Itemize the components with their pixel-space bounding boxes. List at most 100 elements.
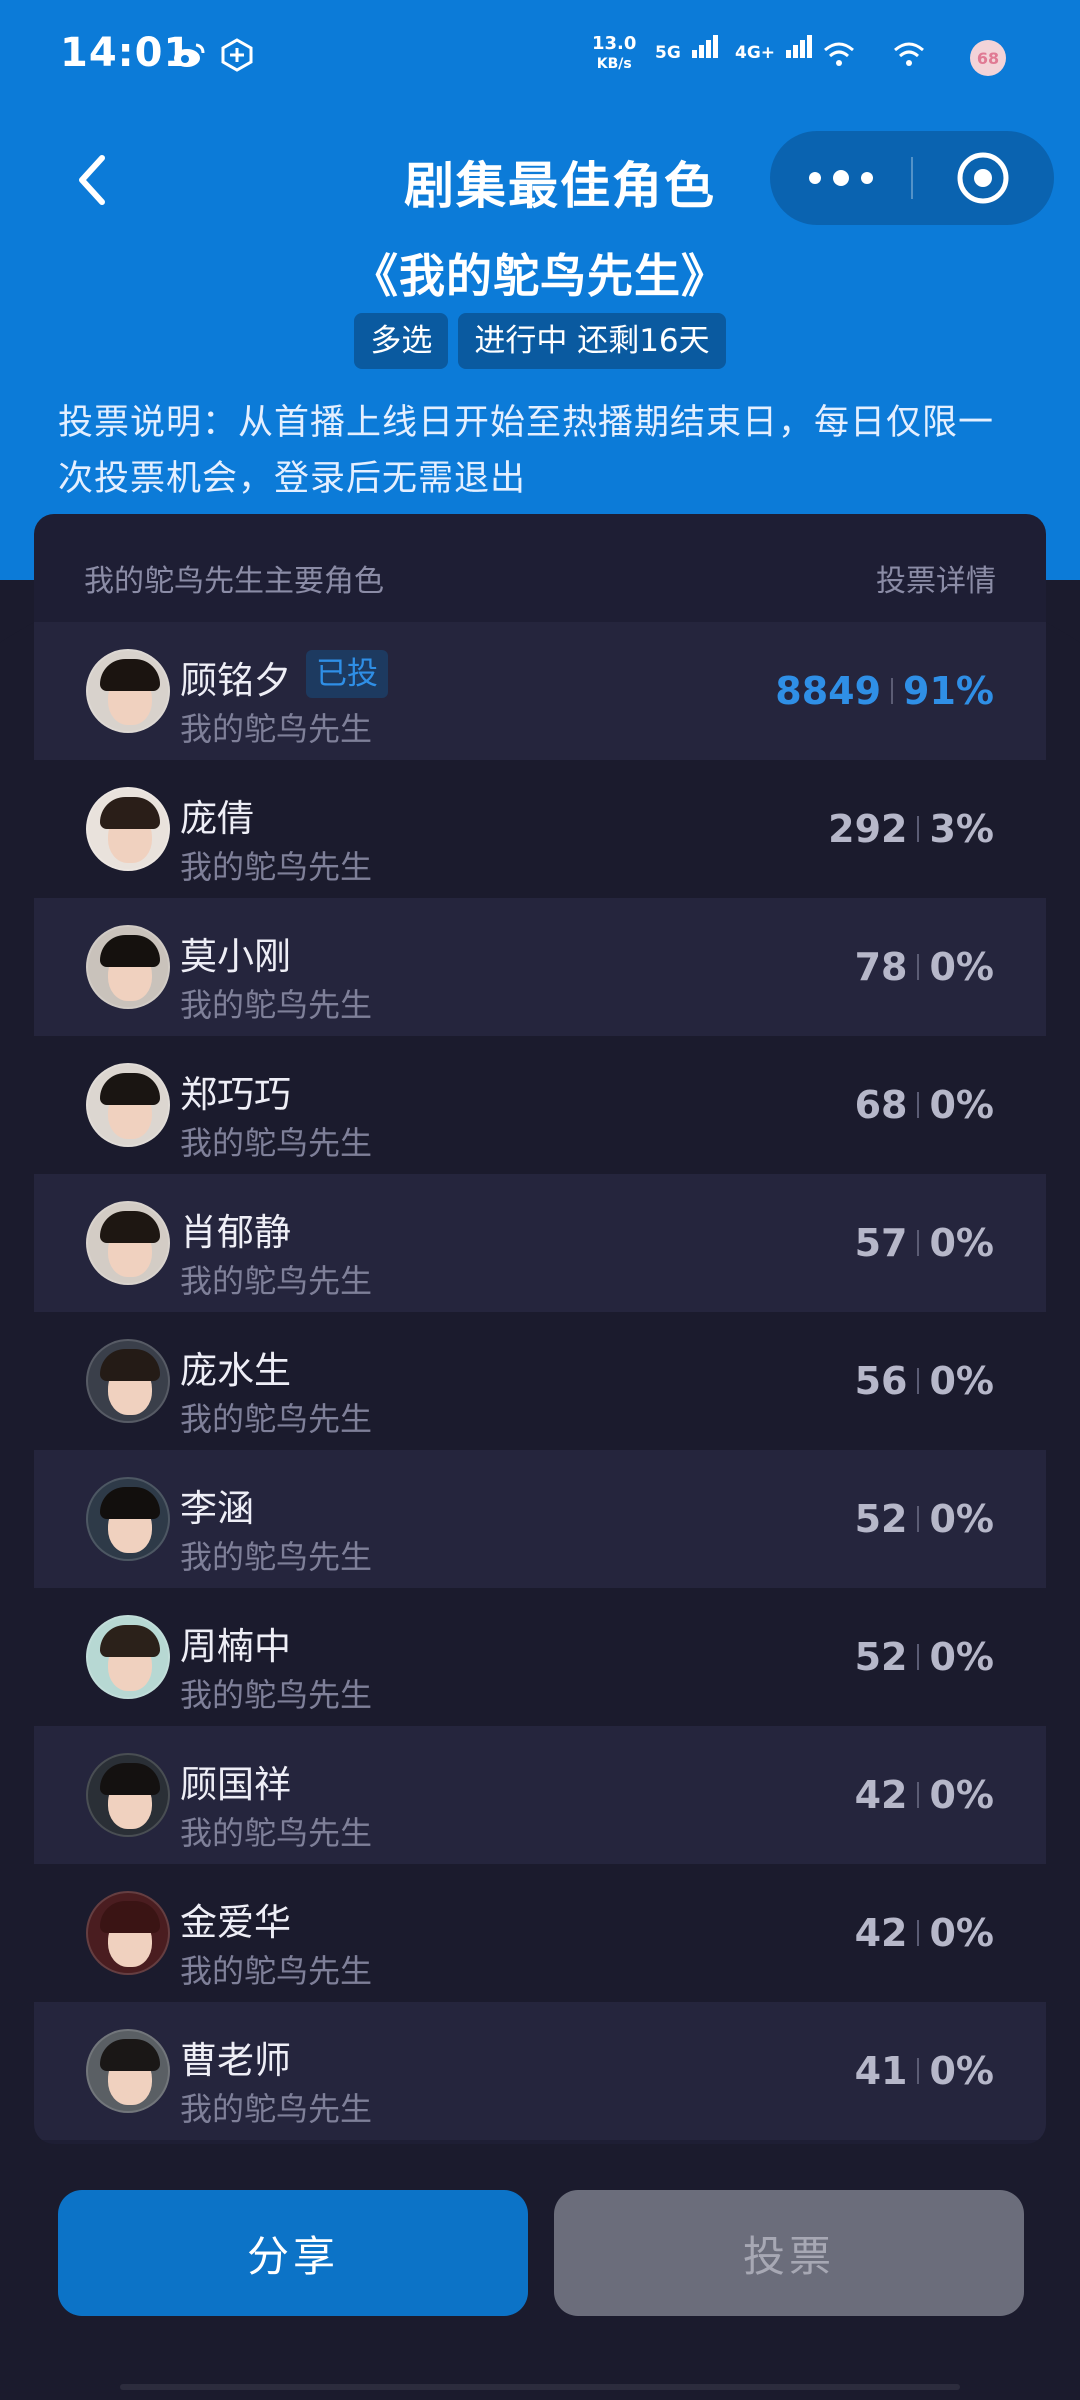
candidate-row[interactable]: 曹老师我的鸵鸟先生 41 0% <box>34 2002 1046 2140</box>
avatar-hair <box>100 935 160 967</box>
candidate-row[interactable]: 郑巧巧 我的鸵鸟先生 68 0% <box>34 1036 1046 1174</box>
voted-badge: 已投 <box>306 650 388 698</box>
candidate-row[interactable]: 肖郁静我的鸵鸟先生 57 0% <box>34 1174 1046 1312</box>
avatar <box>86 2029 170 2113</box>
hexagon-app-icon <box>220 38 254 72</box>
net-speed: 13.0 KB/s <box>592 34 636 74</box>
candidate-show: 我的鸵鸟先生 <box>180 848 373 886</box>
candidate-name: 庞倩 <box>180 797 254 840</box>
stats-divider <box>917 1368 920 1394</box>
vote-percent: 91% <box>903 669 994 713</box>
candidate-row[interactable]: 金爱华 我的鸵鸟先生 42 0% <box>34 1864 1046 2002</box>
stats-divider <box>917 816 920 842</box>
vote-stats: 57 0% <box>855 1218 994 1268</box>
vote-count: 52 <box>854 1497 908 1541</box>
vote-stats: 41 0% <box>855 2046 994 2096</box>
signal-4g: 4G+ <box>735 34 815 63</box>
tag-multi-select: 多选 <box>354 313 449 369</box>
more-button[interactable] <box>770 131 912 225</box>
avatar-hair <box>100 797 160 829</box>
avatar <box>86 787 170 871</box>
more-dots-icon <box>861 172 873 184</box>
avatar-hair <box>100 1763 160 1795</box>
signal-bars-icon <box>785 34 815 63</box>
show-title: 《我的鸵鸟先生》 <box>352 249 728 303</box>
candidate-show: 我的鸵鸟先生 <box>180 986 373 1024</box>
vote-count: 56 <box>854 1359 908 1403</box>
candidate-row[interactable]: 庞水生我的鸵鸟先生 56 0% <box>34 1312 1046 1450</box>
candidate-show: 我的鸵鸟先生 <box>180 1538 373 1576</box>
stats-divider <box>891 678 894 704</box>
close-miniprogram-button[interactable] <box>912 131 1054 225</box>
candidate-show: 我的鸵鸟先生 <box>180 1814 373 1852</box>
vote-button[interactable]: 投票 <box>554 2190 1024 2316</box>
vote-percent: 0% <box>929 1359 994 1403</box>
candidate-list-card: 我的鸵鸟先生主要角色 投票详情 顾铭夕 已投 我的鸵鸟先生 8849 91% 庞倩 我的鸵鸟… <box>34 514 1046 2144</box>
vote-stats: 42 0% <box>855 1770 994 1820</box>
signal-4g-label: 4G+ <box>735 43 776 63</box>
stats-divider <box>917 1920 920 1946</box>
vote-percent: 0% <box>929 1221 994 1265</box>
vote-percent: 0% <box>929 1497 994 1541</box>
vote-percent: 0% <box>929 1911 994 1955</box>
candidate-name: 李涵 <box>180 1487 254 1530</box>
avatar-hair <box>100 2039 160 2071</box>
vote-stats: 52 0% <box>855 1494 994 1544</box>
candidate-row[interactable]: 李涵我的鸵鸟先生 52 0% <box>34 1450 1046 1588</box>
candidate-row[interactable]: 莫小刚 我的鸵鸟先生 78 0% <box>34 898 1046 1036</box>
vote-stats: 56 0% <box>855 1356 994 1406</box>
candidate-row[interactable]: 顾国祥我的鸵鸟先生 42 0% <box>34 1726 1046 1864</box>
stats-divider <box>917 1644 920 1670</box>
list-header-title: 我的鸵鸟先生主要角色 <box>84 564 384 599</box>
candidate-name: 顾国祥 <box>180 1763 291 1806</box>
candidate-show: 我的鸵鸟先生 <box>180 1676 373 1714</box>
vote-count: 42 <box>854 1911 908 1955</box>
avatar <box>86 649 170 733</box>
vote-stats: 42 0% <box>855 1908 994 1958</box>
avatar-hair <box>100 1625 160 1657</box>
vote-details-link[interactable]: 投票详情 <box>876 556 996 600</box>
vote-count: 57 <box>854 1221 908 1265</box>
mini-program-capsule <box>770 131 1054 225</box>
share-button[interactable]: 分享 <box>58 2190 528 2316</box>
vote-stats: 52 0% <box>855 1632 994 1682</box>
vote-stats: 8849 91% <box>775 666 994 716</box>
signal-5g-label: 5G <box>655 43 681 63</box>
stats-divider <box>917 1506 920 1532</box>
candidate-show: 我的鸵鸟先生 <box>180 1400 373 1438</box>
candidate-show: 我的鸵鸟先生 <box>180 1124 373 1162</box>
vote-percent: 0% <box>929 1083 994 1127</box>
vote-percent: 0% <box>929 1773 994 1817</box>
candidate-row[interactable]: 周楠中我的鸵鸟先生 52 0% <box>34 1588 1046 1726</box>
vote-stats: 292 3% <box>828 804 994 854</box>
candidate-name: 周楠中 <box>180 1625 291 1668</box>
vote-percent: 3% <box>929 807 994 851</box>
vote-count: 292 <box>828 807 908 851</box>
stats-divider <box>917 1230 920 1256</box>
candidate-show: 我的鸵鸟先生 <box>180 2090 373 2128</box>
candidate-name: 顾铭夕 <box>180 659 291 702</box>
candidate-name: 曹老师 <box>180 2039 291 2082</box>
candidate-show: 我的鸵鸟先生 <box>180 1262 373 1300</box>
tag-status: 进行中 还剩16天 <box>458 313 726 369</box>
vote-tags: 多选 进行中 还剩16天 <box>0 313 1080 369</box>
wifi-icon <box>822 38 856 72</box>
status-bar: 14:01 13.0 KB/s 5G 4G+ 68 <box>0 0 1080 110</box>
candidate-show: 我的鸵鸟先生 <box>180 1952 373 1990</box>
stats-divider <box>917 954 920 980</box>
candidate-row[interactable]: 顾铭夕 已投我的鸵鸟先生 8849 91% <box>34 622 1046 760</box>
candidate-row[interactable]: 庞倩我的鸵鸟先生 292 3% <box>34 760 1046 898</box>
avatar-hair <box>100 1349 160 1381</box>
vote-count: 52 <box>854 1635 908 1679</box>
avatar <box>86 1753 170 1837</box>
home-indicator <box>120 2384 960 2390</box>
vote-percent: 0% <box>929 1635 994 1679</box>
avatar <box>86 1201 170 1285</box>
candidate-show: 我的鸵鸟先生 <box>180 710 373 748</box>
candidate-name: 郑巧巧 <box>180 1073 291 1116</box>
weibo-icon <box>172 38 206 72</box>
avatar-hair <box>100 1487 160 1519</box>
candidate-name: 庞水生 <box>180 1349 291 1392</box>
candidate-name: 肖郁静 <box>180 1211 291 1254</box>
wifi-icon <box>892 38 926 72</box>
